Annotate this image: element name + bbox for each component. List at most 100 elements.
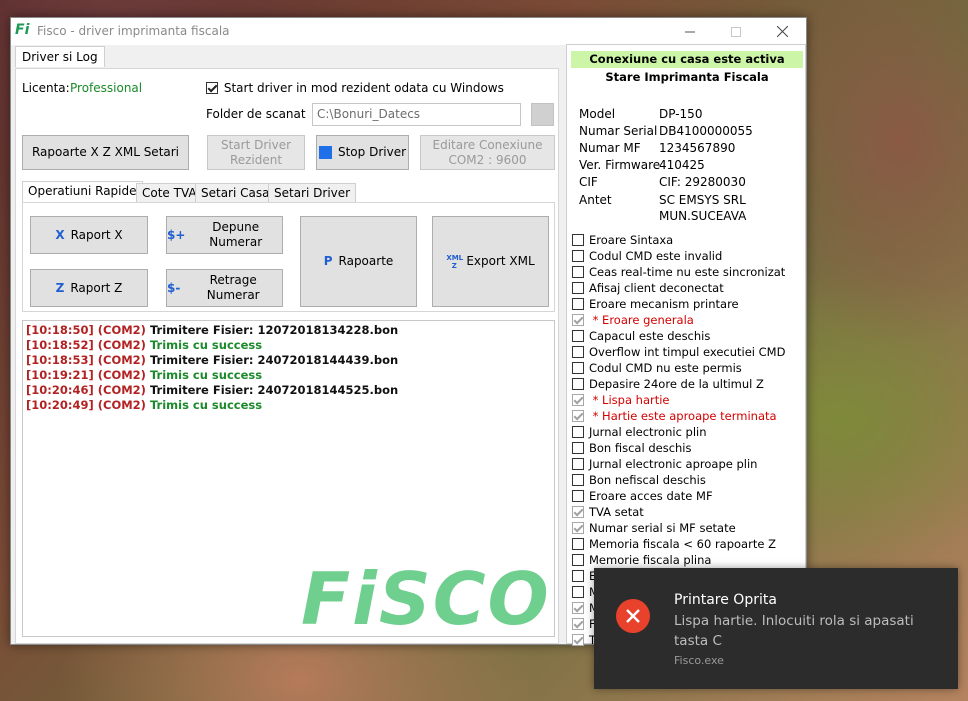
retrage-numerar-button[interactable]: $- Retrage Numerar — [166, 269, 283, 307]
info-label: Model — [579, 107, 616, 121]
tab-driver-si-log[interactable]: Driver si Log — [15, 46, 105, 67]
status-flag-checkbox — [572, 633, 584, 646]
status-flag-label: * Hartie este aproape terminata — [589, 408, 777, 423]
info-label: Antet — [579, 193, 612, 207]
status-flag-checkbox — [572, 265, 584, 278]
depune-numerar-button[interactable]: $+ Depune Numerar — [166, 216, 283, 254]
log-list: [10:18:50] (COM2) Trimitere Fisier: 1207… — [26, 323, 551, 413]
close-icon — [776, 26, 788, 37]
status-flag-checkbox — [572, 617, 584, 630]
status-flag-label: TVA setat — [589, 504, 644, 519]
log-time: [10:18:53] — [26, 353, 94, 367]
raport-x-label: Raport X — [70, 227, 123, 242]
minimize-button[interactable] — [667, 18, 713, 45]
toast-notification[interactable]: Printare Oprita Lispa hartie. Inlocuiti … — [594, 568, 958, 689]
status-flag-label: Jurnal electronic plin — [589, 424, 707, 439]
log-time: [10:18:50] — [26, 323, 94, 337]
xml-icon: XML Z — [446, 253, 464, 270]
start-resident-label: Start driver in mod rezident odata cu Wi… — [223, 80, 504, 95]
log-message: Trimitere Fisier: 24072018144525.bon — [149, 383, 399, 397]
status-flag: Bon nefiscal deschis — [572, 472, 706, 488]
status-flag-label: Eroare acces date MF — [589, 488, 713, 503]
info-label: Numar Serial — [579, 124, 658, 138]
scan-folder-input[interactable]: C:\Bonuri_Datecs — [312, 103, 521, 126]
raport-x-button[interactable]: X Raport X — [30, 216, 148, 254]
log-line: [10:18:50] (COM2) Trimitere Fisier: 1207… — [26, 323, 551, 338]
rapoarte-button[interactable]: P Rapoarte — [300, 216, 417, 307]
reports-setup-button[interactable]: Rapoarte X Z XML Setari — [22, 135, 189, 170]
status-flag-checkbox — [572, 249, 584, 262]
log-message: Trimis cu success — [149, 338, 263, 352]
log-time: [10:20:46] — [26, 383, 94, 397]
status-flag-checkbox — [572, 393, 584, 406]
status-flag: Bon fiscal deschis — [572, 440, 692, 456]
status-flag-label: * Eroare generala — [589, 312, 694, 327]
info-value: DB4100000055 — [659, 124, 753, 138]
toast-source: Fisco.exe — [674, 654, 724, 667]
raport-z-button[interactable]: Z Raport Z — [30, 269, 148, 307]
status-flag: Memoria fiscala < 60 rapoarte Z — [572, 536, 776, 552]
status-flag: Codul CMD nu este permis — [572, 360, 742, 376]
tab-operatiuni-rapide[interactable]: Operatiuni Rapide — [22, 181, 143, 202]
log-port: (COM2) — [97, 368, 146, 382]
start-resident-check-icon[interactable] — [206, 81, 218, 94]
app-window: Fi Fisco - driver imprimanta fiscala Dri… — [10, 17, 807, 647]
status-flag: Numar serial si MF setate — [572, 520, 736, 536]
status-flag-label: Afisaj client deconectat — [589, 280, 724, 295]
status-flag: Codul CMD este invalid — [572, 248, 722, 264]
status-flag-label: Codul CMD nu este permis — [589, 360, 742, 375]
info-value: CIF: 29280030 — [659, 175, 746, 189]
status-flag: TVA setat — [572, 504, 644, 520]
log-port: (COM2) — [97, 398, 146, 412]
log-line: [10:19:21] (COM2) Trimis cu success — [26, 368, 551, 383]
status-flag-checkbox — [572, 409, 584, 422]
tab-cote-tva[interactable]: Cote TVA — [136, 183, 203, 202]
printer-status-title: Stare Imprimanta Fiscala — [605, 70, 769, 84]
edit-connection-button[interactable]: Editare Conexiune COM2 : 9600 — [420, 135, 555, 170]
stop-driver-label: Stop Driver — [337, 145, 407, 159]
edit-conn-line2: COM2 : 9600 — [448, 152, 527, 167]
license-label: Licenta: — [22, 81, 70, 95]
status-flag-checkbox — [572, 601, 584, 614]
browse-folder-button[interactable] — [531, 103, 554, 126]
status-flag-checkbox — [572, 505, 584, 518]
close-button[interactable] — [759, 18, 805, 45]
raport-z-label: Raport Z — [70, 280, 123, 295]
status-flag-label: Memorie fiscala plina — [589, 552, 712, 567]
log-message: Trimis cu success — [149, 398, 263, 412]
title-bar[interactable]: Fi Fisco - driver imprimanta fiscala — [11, 18, 806, 45]
tab-setari-driver[interactable]: Setari Driver — [268, 183, 357, 202]
status-flag: * Hartie este aproape terminata — [572, 408, 777, 424]
printer-status-panel: Conexiune cu casa este activa Stare Impr… — [566, 44, 806, 647]
status-flag-checkbox — [572, 313, 584, 326]
status-flag-label: Eroare mecanism printare — [589, 296, 739, 311]
log-message: Trimis cu success — [149, 368, 263, 382]
xml-icon-text: XML Z — [446, 253, 464, 270]
status-flag-checkbox — [572, 457, 584, 470]
stop-driver-button[interactable]: Stop Driver — [316, 135, 409, 170]
status-flag: Eroare acces date MF — [572, 488, 713, 504]
status-flag-label: Overflow int timpul executiei CMD — [589, 344, 786, 359]
log-time: [10:20:49] — [26, 398, 94, 412]
log-message: Trimitere Fisier: 24072018144439.bon — [149, 353, 399, 367]
error-icon — [616, 599, 650, 633]
log-panel[interactable]: [10:18:50] (COM2) Trimitere Fisier: 1207… — [22, 320, 555, 637]
status-flag-label: Eroare Sintaxa — [589, 232, 674, 247]
log-line: [10:18:52] (COM2) Trimis cu success — [26, 338, 551, 353]
status-flag: Capacul este deschis — [572, 328, 710, 344]
maximize-button[interactable] — [713, 18, 759, 45]
log-message: Trimitere Fisier: 12072018134228.bon — [149, 323, 399, 337]
log-line: [10:20:49] (COM2) Trimis cu success — [26, 398, 551, 413]
start-driver-button[interactable]: Start Driver Rezident — [207, 135, 305, 170]
status-flag: * Eroare generala — [572, 312, 694, 328]
status-flag-checkbox — [572, 537, 584, 550]
status-flag-label: Jurnal electronic aproape plin — [589, 456, 758, 471]
status-flag-label: Bon nefiscal deschis — [589, 472, 706, 487]
log-line: [10:20:46] (COM2) Trimitere Fisier: 2407… — [26, 383, 551, 398]
toast-body: Lispa hartie. Inlocuiti rola si apasati … — [674, 613, 914, 649]
raport-x-icon: X — [55, 227, 65, 242]
tab-setari-casa[interactable]: Setari Casa — [195, 183, 276, 202]
start-resident-checkbox[interactable]: Start driver in mod rezident odata cu Wi… — [206, 80, 504, 95]
status-flag-checkbox — [572, 233, 584, 246]
export-xml-button[interactable]: XML Z Export XML — [432, 216, 549, 307]
